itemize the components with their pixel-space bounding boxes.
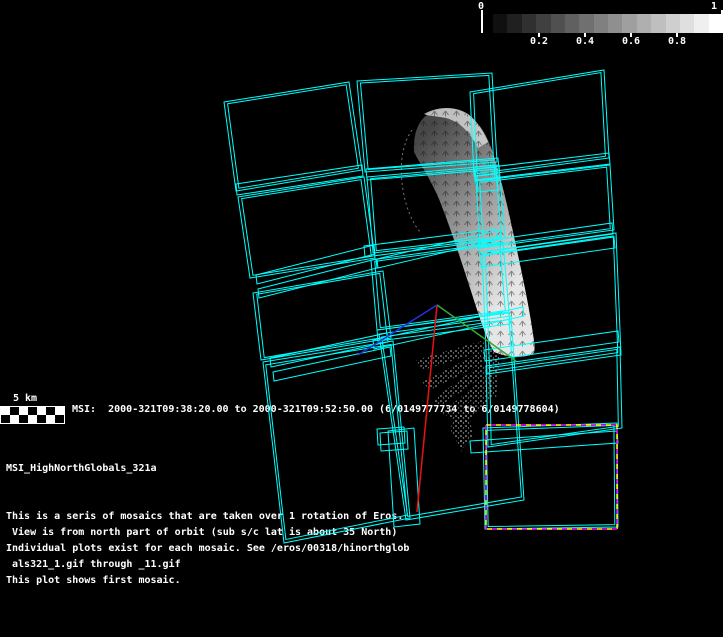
footprint-strip [473, 164, 496, 182]
scalebar-cell [1, 407, 10, 415]
footprint-strip [255, 244, 376, 285]
annotation-line: als321_1.gif through _11.gif [6, 559, 181, 570]
colorbar-step [694, 14, 709, 33]
colorbar-left-endtick [481, 10, 483, 33]
footprint-strip [376, 312, 511, 342]
selected-mosaic-dashed-box [485, 424, 618, 530]
scalebar-cell [46, 415, 55, 423]
footprint-strip [474, 152, 611, 181]
annotation-line: This plot shows first mosaic. [6, 575, 181, 586]
footprint-outline-inner [370, 166, 502, 252]
colorbar-step [493, 14, 508, 33]
y-axis-line [436, 304, 517, 362]
scalebar-cell [28, 407, 37, 415]
scalebar-cell [10, 415, 19, 423]
scalebar-cell [1, 415, 10, 423]
footprint-outline [223, 81, 363, 192]
colorbar-step [507, 14, 522, 33]
scalebar-label: 5 km [13, 393, 38, 404]
footprint-outline [237, 176, 376, 279]
scalebar-cell [46, 407, 55, 415]
footprint-outline [485, 346, 623, 448]
annotation-lines: This is a seris of mosaics that are take… [6, 509, 409, 589]
colorbar-ticklabel: 0.4 [575, 36, 595, 47]
footprint-outline [469, 69, 610, 177]
footprint-outline-inner [374, 243, 506, 329]
colorbar-step [708, 14, 723, 33]
footprint-outline [370, 241, 510, 331]
footprint-outline [252, 270, 392, 361]
colorbar-ticklabel: 0.2 [529, 36, 549, 47]
annotation-title: MSI_HighNorthGlobals_321a [6, 463, 157, 474]
footprint-outline [475, 164, 615, 249]
scalebar-checker [0, 406, 65, 424]
asteroid-stippled-fingers [416, 340, 500, 452]
scalebar-cell [37, 407, 46, 415]
colorbar-step [679, 14, 695, 33]
annotation-line: Individual plots exist for each mosaic. … [6, 543, 410, 554]
colorbar-step [636, 14, 652, 33]
footprint-strip [235, 164, 364, 196]
footprint-strip [257, 258, 378, 299]
footprint-strip [269, 332, 389, 368]
annotation-line: View is from north part of orbit (sub s/… [6, 527, 398, 538]
asteroid-body [413, 108, 535, 357]
annotation-line: This is a seris of mosaics that are take… [6, 511, 404, 522]
footprint-outline [356, 72, 498, 173]
colorbar-max-label: 1 [711, 1, 718, 12]
footprint-strip [272, 346, 392, 382]
scalebar-cell [10, 407, 19, 415]
scalebar-cell [55, 407, 64, 415]
scalebar-cell [28, 415, 37, 423]
footprint-outline [482, 422, 619, 530]
scalebar-cell [37, 415, 46, 423]
footprint-outline-inner [473, 71, 606, 175]
colorbar-ticklabel: 0.8 [667, 36, 687, 47]
z-axis-line [357, 304, 438, 356]
status-line: MSI: 2000-321T09:38:20.00 to 2000-321T09… [72, 404, 560, 415]
colorbar-step [665, 14, 680, 33]
footprint-strip [476, 173, 499, 193]
colorbar-ticklabel: 0.6 [621, 36, 641, 47]
asteroid-lit-rim [424, 108, 488, 148]
asteroid-limb-dotted-outline [400, 129, 421, 233]
colorbar-step [593, 14, 608, 33]
colorbar-step [622, 14, 637, 33]
footprint-outline [481, 232, 622, 375]
annotation-block: MSI_HighNorthGlobals_321a This is a seri… [6, 429, 409, 621]
colorbar-step [536, 14, 551, 33]
colorbar-step [579, 14, 594, 33]
footprint-strip [376, 229, 502, 269]
colorbar-step [651, 14, 666, 33]
mosaic-plot-window: 0 1 0.2 0.4 0.6 0.8 5 km MSI: 2000-321T09:3… [0, 0, 723, 637]
colorbar-step [564, 14, 580, 33]
dashed-box-dash_yellow [485, 424, 618, 530]
footprint-outline-inner [479, 166, 611, 247]
footprint-strip [363, 228, 498, 258]
scalebar-cell [19, 415, 28, 423]
footprint-strip [483, 330, 620, 362]
colorbar-step [550, 14, 565, 33]
footprint-outline-inner [484, 235, 619, 372]
footprint-outline-inner [241, 179, 372, 276]
footprint-outline-inner [227, 84, 359, 189]
footprint-outline-inner [485, 425, 616, 528]
scalebar-cell [19, 407, 28, 415]
footprint-strip [372, 306, 525, 350]
footprint-outline [366, 164, 506, 254]
footprint-strip [477, 222, 614, 254]
footprint-outline-inner [359, 74, 495, 171]
colorbar [493, 14, 723, 33]
footprint-strip [479, 236, 616, 268]
asteroid-facet-texture [413, 108, 535, 357]
colorbar-step [521, 14, 537, 33]
footprint-outline-inner [256, 272, 388, 359]
colorbar-step [608, 14, 623, 33]
footprint-outline-inner [489, 348, 619, 446]
footprint-strip [365, 157, 500, 181]
dashed-box-dash_magenta [485, 424, 618, 530]
footprint-strip [469, 430, 619, 454]
eros-asteroid-mesh [400, 108, 535, 452]
scalebar-cell [55, 415, 64, 423]
